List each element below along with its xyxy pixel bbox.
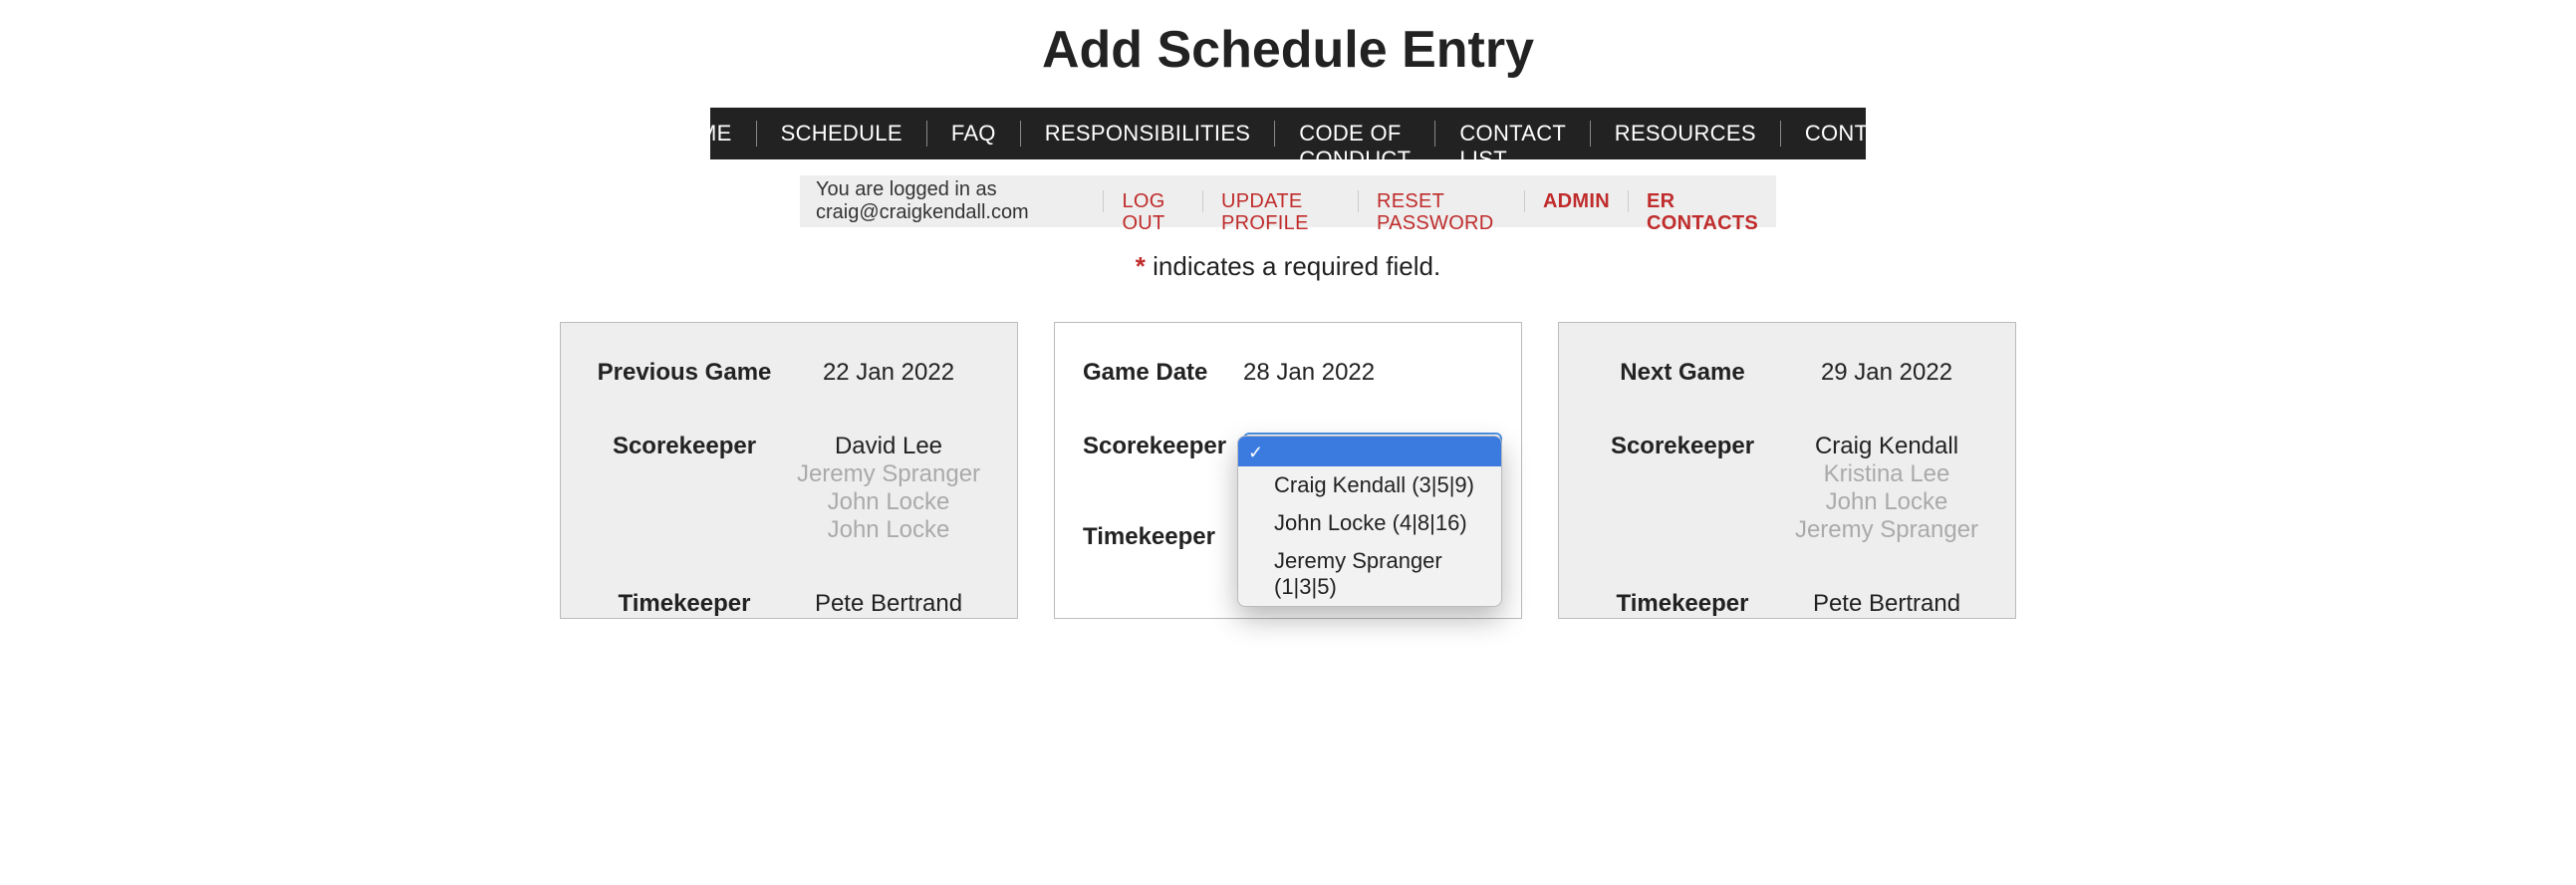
required-asterisk: * — [1136, 251, 1146, 281]
previous-scorekeeper-alt: John Locke — [784, 516, 993, 544]
previous-timekeeper-primary: Pete Bertrand — [784, 590, 993, 618]
next-game-title-label: Next Game — [1583, 359, 1782, 387]
main-nav: HOME SCHEDULE FAQ RESPONSIBILITIES CODE … — [710, 108, 1866, 159]
next-timekeeper-primary: Pete Bertrand — [1782, 590, 1991, 618]
scorekeeper-dropdown: ✓ Craig Kendall (3|5|9) John Locke (4|8|… — [1237, 436, 1502, 607]
previous-scorekeeper-list: David Lee Jeremy Spranger John Locke Joh… — [784, 433, 993, 544]
er-contacts-link[interactable]: ER CONTACTS — [1628, 190, 1776, 212]
game-date-label: Game Date — [1079, 359, 1243, 387]
previous-scorekeeper-alt: John Locke — [784, 488, 993, 516]
login-info: You are logged in as craig@craigkendall.… — [800, 178, 1103, 224]
logout-link[interactable]: LOG OUT — [1103, 190, 1202, 212]
page-title: Add Schedule Entry — [0, 20, 2576, 80]
dropdown-option[interactable]: John Locke (4|8|16) — [1238, 504, 1501, 542]
admin-link[interactable]: ADMIN — [1524, 190, 1628, 212]
current-timekeeper-label: Timekeeper — [1079, 523, 1243, 551]
dropdown-option-blank[interactable]: ✓ — [1238, 437, 1501, 466]
next-scorekeeper-list: Craig Kendall Kristina Lee John Locke Je… — [1782, 433, 1991, 544]
previous-scorekeeper-alt: Jeremy Spranger — [784, 460, 993, 488]
nav-home[interactable]: HOME — [641, 121, 756, 147]
nav-responsibilities[interactable]: RESPONSIBILITIES — [1021, 121, 1276, 147]
required-note: * indicates a required field. — [0, 251, 2576, 282]
next-game-date: 29 Jan 2022 — [1782, 359, 1991, 387]
previous-game-card: Previous Game 22 Jan 2022 Scorekeeper Da… — [560, 322, 1018, 619]
nav-resources[interactable]: RESOURCES — [1591, 121, 1781, 147]
nav-contact-list[interactable]: CONTACT LIST — [1435, 121, 1590, 147]
next-scorekeeper-label: Scorekeeper — [1583, 433, 1782, 460]
previous-timekeeper-label: Timekeeper — [585, 590, 784, 618]
game-date-value: 28 Jan 2022 — [1243, 359, 1497, 387]
dropdown-option[interactable]: Jeremy Spranger (1|3|5) — [1238, 542, 1501, 606]
current-game-card: Game Date 28 Jan 2022 Scorekeeper ✓ Crai… — [1054, 322, 1522, 619]
nav-code-of-conduct[interactable]: CODE OF CONDUCT — [1275, 121, 1435, 147]
next-scorekeeper-alt: Kristina Lee — [1782, 460, 1991, 488]
next-scorekeeper-alt: John Locke — [1782, 488, 1991, 516]
check-icon: ✓ — [1248, 442, 1263, 463]
nav-schedule[interactable]: SCHEDULE — [757, 121, 927, 147]
previous-game-date: 22 Jan 2022 — [784, 359, 993, 387]
previous-game-title-label: Previous Game — [585, 359, 784, 387]
previous-scorekeeper-label: Scorekeeper — [585, 433, 784, 460]
nav-faq[interactable]: FAQ — [927, 121, 1021, 147]
next-game-card: Next Game 29 Jan 2022 Scorekeeper Craig … — [1558, 322, 2016, 619]
required-note-text: indicates a required field. — [1153, 251, 1440, 281]
previous-scorekeeper-primary: David Lee — [784, 433, 993, 460]
next-timekeeper-label: Timekeeper — [1583, 590, 1782, 618]
nav-contact[interactable]: CONTACT — [1781, 121, 1935, 147]
update-profile-link[interactable]: UPDATE PROFILE — [1202, 190, 1358, 212]
dropdown-option[interactable]: Craig Kendall (3|5|9) — [1238, 466, 1501, 504]
sub-nav: You are logged in as craig@craigkendall.… — [800, 175, 1776, 227]
reset-password-link[interactable]: RESET PASSWORD — [1358, 190, 1524, 212]
current-scorekeeper-label: Scorekeeper — [1079, 433, 1243, 460]
next-scorekeeper-primary: Craig Kendall — [1782, 433, 1991, 460]
next-scorekeeper-alt: Jeremy Spranger — [1782, 516, 1991, 544]
